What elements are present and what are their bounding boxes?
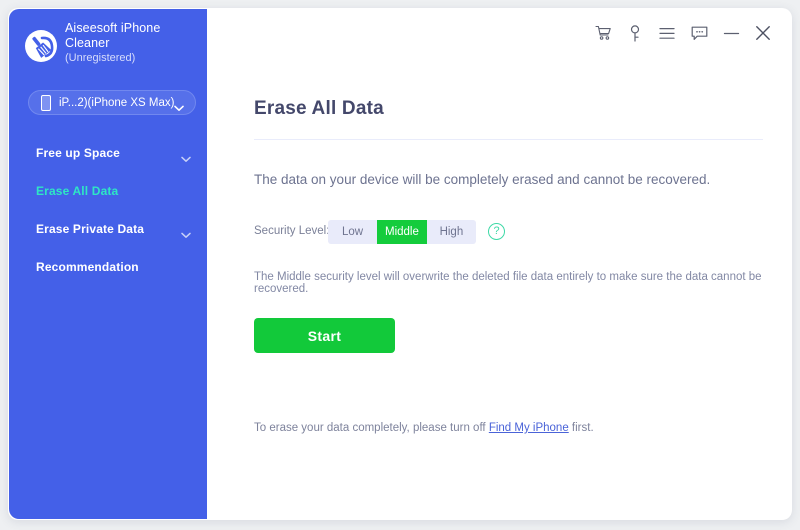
security-option-middle[interactable]: Middle	[377, 220, 427, 244]
feedback-icon[interactable]	[689, 23, 709, 43]
sidebar-item-free-up-space[interactable]: Free up Space	[9, 139, 207, 169]
security-level-label: Security Level:	[254, 225, 330, 237]
main-content: Erase All Data The data on your device w…	[207, 60, 791, 519]
phone-icon	[41, 95, 51, 111]
broom-icon	[24, 29, 58, 63]
title-divider	[254, 139, 763, 140]
menu-icon[interactable]	[657, 23, 677, 43]
intro-text: The data on your device will be complete…	[254, 172, 711, 187]
cart-icon[interactable]	[593, 23, 613, 43]
question-mark-icon[interactable]: ?	[488, 223, 505, 240]
titlebar	[207, 9, 791, 61]
security-level-description: The Middle security level will overwrite…	[254, 271, 762, 295]
close-icon[interactable]	[753, 23, 773, 43]
sidebar: Aiseesoft iPhone Cleaner (Unregistered) …	[9, 9, 207, 519]
sidebar-item-label: Recommendation	[36, 260, 139, 274]
brand-row: Aiseesoft iPhone Cleaner (Unregistered)	[9, 21, 207, 77]
page-title: Erase All Data	[254, 98, 384, 119]
brand-name: Aiseesoft iPhone Cleaner	[65, 21, 203, 51]
sidebar-item-erase-private-data[interactable]: Erase Private Data	[9, 215, 207, 245]
sidebar-item-label: Free up Space	[36, 146, 120, 160]
footer-note: To erase your data completely, please tu…	[254, 422, 594, 434]
titlebar-controls	[593, 23, 773, 43]
brand-name-line1: Aiseesoft iPhone	[65, 21, 161, 35]
device-selector[interactable]: iP...2)(iPhone XS Max)	[28, 90, 196, 115]
sidebar-item-label: Erase Private Data	[36, 222, 145, 236]
app-window: Aiseesoft iPhone Cleaner (Unregistered) …	[8, 8, 792, 520]
chevron-down-icon	[181, 150, 191, 168]
find-my-iphone-link[interactable]: Find My iPhone	[489, 422, 569, 434]
minimize-icon[interactable]	[721, 23, 741, 43]
chevron-down-icon	[174, 99, 184, 117]
key-icon[interactable]	[625, 23, 645, 43]
brand-text: Aiseesoft iPhone Cleaner (Unregistered)	[65, 21, 203, 66]
device-selector-label: iP...2)(iPhone XS Max)	[59, 97, 175, 109]
sidebar-item-recommendation[interactable]: Recommendation	[9, 253, 207, 283]
registration-status: (Unregistered)	[65, 52, 136, 64]
sidebar-item-erase-all-data[interactable]: Erase All Data	[9, 177, 207, 207]
sidebar-item-label: Erase All Data	[36, 184, 119, 198]
security-level-segmented-control: Low Middle High	[328, 220, 476, 244]
security-option-low[interactable]: Low	[328, 220, 377, 244]
security-option-high[interactable]: High	[427, 220, 476, 244]
brand-name-line2: Cleaner	[65, 36, 110, 50]
footer-note-suffix: first.	[568, 422, 594, 434]
start-button[interactable]: Start	[254, 318, 395, 353]
chevron-down-icon	[181, 226, 191, 244]
footer-note-prefix: To erase your data completely, please tu…	[254, 422, 489, 434]
